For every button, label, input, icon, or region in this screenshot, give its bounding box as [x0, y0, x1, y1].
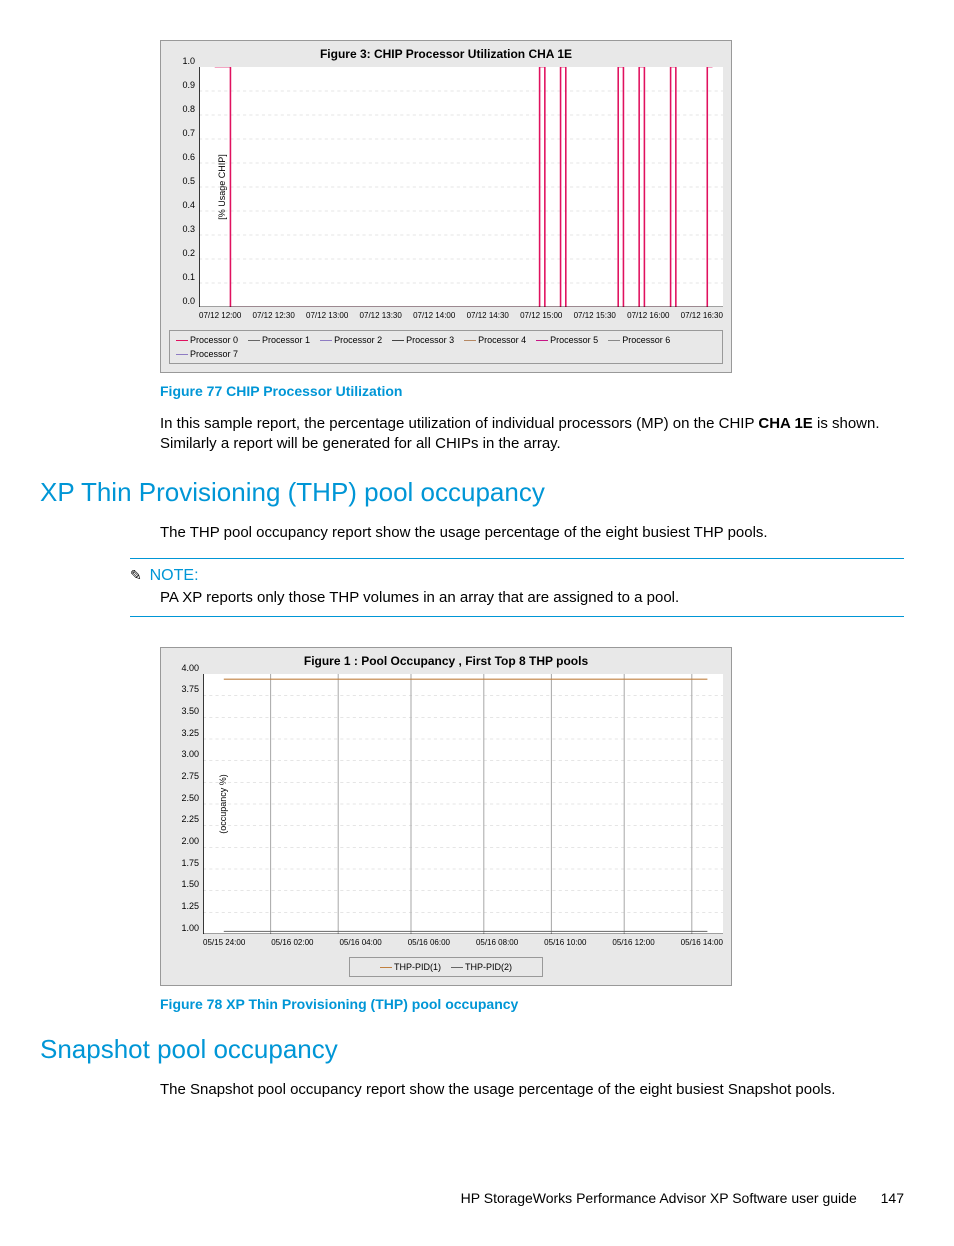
- x-tick: 07/12 14:00: [413, 311, 455, 320]
- chart-legend: Processor 0 Processor 1 Processor 2 Proc…: [169, 330, 723, 364]
- y-tick: 0.3: [182, 224, 199, 234]
- y-tick: 2.25: [181, 814, 203, 824]
- y-tick: 1.0: [182, 56, 199, 66]
- y-tick: 0.8: [182, 104, 199, 114]
- legend-item: Processor 5: [550, 335, 598, 345]
- legend-item: Processor 6: [622, 335, 670, 345]
- x-axis-ticks: 05/15 24:00 05/16 02:00 05/16 04:00 05/1…: [161, 934, 731, 953]
- chart-chip-util: Figure 3: CHIP Processor Utilization CHA…: [160, 40, 732, 373]
- y-tick: 1.50: [181, 879, 203, 889]
- y-tick: 3.00: [181, 749, 203, 759]
- y-tick: 3.75: [181, 684, 203, 694]
- y-tick: 4.00: [181, 663, 203, 673]
- y-tick: 2.75: [181, 771, 203, 781]
- x-tick: 07/12 12:30: [253, 311, 295, 320]
- note-block: ✎ NOTE: PA XP reports only those THP vol…: [130, 558, 904, 617]
- x-tick: 07/12 16:30: [681, 311, 723, 320]
- chart-plot-area: [% Usage CHIP] 0.0 0.1 0.2 0.3 0.4 0.5 0…: [199, 67, 723, 307]
- x-tick: 05/15 24:00: [203, 938, 245, 947]
- y-tick: 1.00: [181, 923, 203, 933]
- figure-caption-78: Figure 78 XP Thin Provisioning (THP) poo…: [160, 996, 904, 1012]
- legend-item: THP-PID(2): [465, 962, 512, 972]
- y-tick: 3.25: [181, 728, 203, 738]
- chart-plot-area: (occupancy %) 1.00 1.25 1.50 1.75 2.00 2…: [203, 674, 723, 934]
- note-text: PA XP reports only those THP volumes in …: [160, 589, 904, 606]
- x-tick: 05/16 08:00: [476, 938, 518, 947]
- text: In this sample report, the percentage ut…: [160, 415, 758, 432]
- x-tick: 05/16 14:00: [681, 938, 723, 947]
- y-tick: 0.4: [182, 200, 199, 210]
- x-tick: 07/12 15:30: [574, 311, 616, 320]
- chart-legend: THP-PID(1) THP-PID(2): [349, 957, 543, 977]
- x-tick: 07/12 15:00: [520, 311, 562, 320]
- section-heading-thp: XP Thin Provisioning (THP) pool occupanc…: [40, 477, 904, 508]
- x-tick: 05/16 06:00: [408, 938, 450, 947]
- chart-thp-pool: Figure 1 : Pool Occupancy , First Top 8 …: [160, 647, 732, 986]
- gridlines: [203, 674, 723, 934]
- legend-item: Processor 3: [406, 335, 454, 345]
- x-tick: 05/16 02:00: [271, 938, 313, 947]
- section-heading-snapshot: Snapshot pool occupancy: [40, 1034, 904, 1065]
- legend-item: Processor 7: [190, 349, 238, 359]
- y-tick: 0.2: [182, 248, 199, 258]
- x-tick: 05/16 10:00: [544, 938, 586, 947]
- y-tick: 1.25: [181, 901, 203, 911]
- x-tick: 05/16 12:00: [612, 938, 654, 947]
- x-tick: 07/12 16:00: [627, 311, 669, 320]
- gridlines: [199, 67, 723, 307]
- y-tick: 0.9: [182, 80, 199, 90]
- x-tick: 05/16 04:00: [339, 938, 381, 947]
- figure-caption-77: Figure 77 CHIP Processor Utilization: [160, 383, 904, 399]
- text-bold: CHA 1E: [758, 415, 812, 432]
- snapshot-description: The Snapshot pool occupancy report show …: [160, 1080, 904, 1100]
- x-tick: 07/12 12:00: [199, 311, 241, 320]
- y-tick: 2.00: [181, 836, 203, 846]
- figure-77-description: In this sample report, the percentage ut…: [160, 414, 904, 455]
- x-axis-ticks: 07/12 12:00 07/12 12:30 07/12 13:00 07/1…: [161, 307, 731, 326]
- legend-item: Processor 0: [190, 335, 238, 345]
- y-tick: 0.7: [182, 128, 199, 138]
- y-tick: 0.0: [182, 296, 199, 306]
- y-tick: 0.1: [182, 272, 199, 282]
- legend-item: Processor 2: [334, 335, 382, 345]
- chart-title: Figure 3: CHIP Processor Utilization CHA…: [161, 41, 731, 67]
- x-tick: 07/12 13:00: [306, 311, 348, 320]
- note-label: NOTE:: [150, 567, 199, 584]
- x-tick: 07/12 14:30: [467, 311, 509, 320]
- legend-item: Processor 1: [262, 335, 310, 345]
- y-tick: 0.5: [182, 176, 199, 186]
- legend-item: THP-PID(1): [394, 962, 441, 972]
- y-tick: 0.6: [182, 152, 199, 162]
- chart-title: Figure 1 : Pool Occupancy , First Top 8 …: [161, 648, 731, 674]
- y-tick: 2.50: [181, 793, 203, 803]
- note-icon: ✎: [130, 567, 142, 583]
- page-number: 147: [881, 1190, 904, 1206]
- legend-item: Processor 4: [478, 335, 526, 345]
- thp-description: The THP pool occupancy report show the u…: [160, 523, 904, 543]
- y-tick: 1.75: [181, 858, 203, 868]
- y-tick: 3.50: [181, 706, 203, 716]
- x-tick: 07/12 13:30: [360, 311, 402, 320]
- page-footer: HP StorageWorks Performance Advisor XP S…: [40, 1190, 904, 1206]
- footer-title: HP StorageWorks Performance Advisor XP S…: [461, 1190, 857, 1206]
